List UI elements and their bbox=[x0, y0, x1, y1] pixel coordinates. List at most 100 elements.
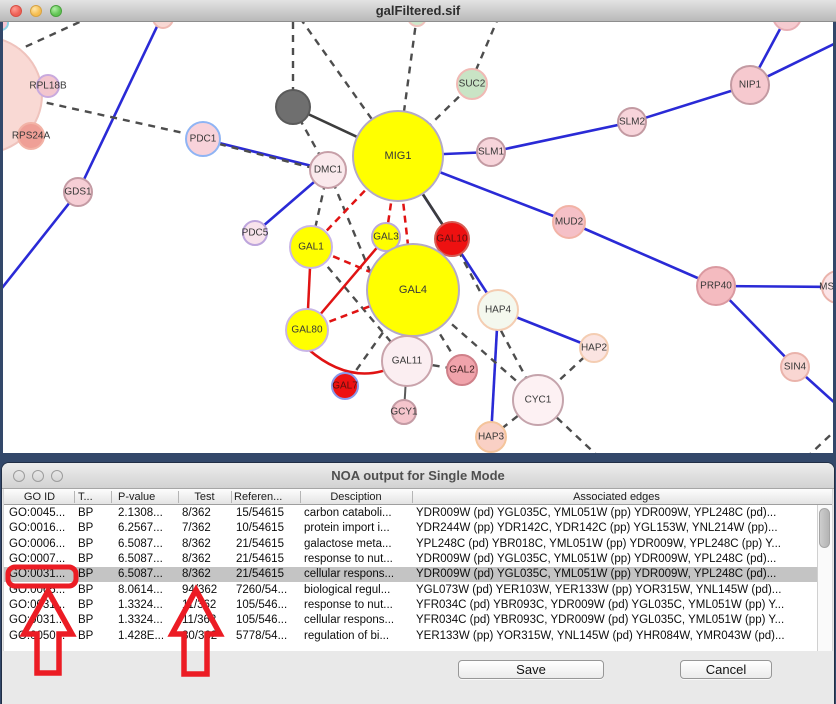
node-label-HAP4: HAP4 bbox=[485, 305, 512, 316]
scrollbar-thumb[interactable] bbox=[819, 508, 830, 548]
node-label-HAP2: HAP2 bbox=[581, 343, 608, 354]
table-row[interactable]: GO:0031...BP1.3324...11/362105/546...res… bbox=[4, 598, 822, 613]
edge-blue[interactable] bbox=[78, 22, 163, 192]
table-cell: GO:0031... bbox=[9, 567, 72, 582]
node-label-NIP1: NIP1 bbox=[739, 80, 762, 91]
table-cell: BP bbox=[78, 506, 110, 521]
node-label-GAL80: GAL80 bbox=[291, 325, 323, 336]
table-cell: GO:0045... bbox=[9, 506, 72, 521]
table-cell: 80/362 bbox=[182, 629, 232, 644]
edge-dash[interactable] bbox=[806, 426, 833, 453]
table-cell: 10/54615 bbox=[236, 521, 300, 536]
node-label-SLM2: SLM2 bbox=[619, 117, 646, 128]
table-cell: galactose meta... bbox=[304, 537, 412, 552]
table-cell: response to nut... bbox=[304, 598, 412, 613]
network-window-titlebar: galFiltered.sif bbox=[0, 0, 836, 22]
node-label-GDS1: GDS1 bbox=[64, 187, 92, 198]
edge-dash[interactable] bbox=[34, 100, 188, 134]
edge-dash[interactable] bbox=[219, 144, 313, 168]
node-label-RPL18B: RPL18B bbox=[29, 81, 67, 92]
table-header: GO IDT... P-valueTestReferen...Desciption… bbox=[4, 489, 832, 505]
column-header-test[interactable]: Test bbox=[178, 489, 231, 505]
table-cell: response to nut... bbox=[304, 552, 412, 567]
table-cell: BP bbox=[78, 567, 110, 582]
edge-dash[interactable] bbox=[476, 22, 499, 70]
edge-blue[interactable] bbox=[3, 192, 78, 288]
node-label-MUD2: MUD2 bbox=[555, 217, 584, 228]
table-cell: YGL073W (pd) YER103W, YER133W (pp) YOR31… bbox=[416, 583, 816, 598]
table-cell: 1.428E... bbox=[118, 629, 178, 644]
network-canvas[interactable]: RPL18BRPS24AGDS1PDC1DMC1MIG1SUC2SLM1SLM2… bbox=[3, 22, 833, 453]
column-header-associated-edges[interactable]: Associated edges bbox=[412, 489, 821, 505]
cancel-button[interactable]: Cancel bbox=[680, 660, 772, 679]
column-separator[interactable] bbox=[111, 491, 112, 503]
save-button[interactable]: Save bbox=[458, 660, 604, 679]
node-label-DMC1: DMC1 bbox=[314, 165, 343, 176]
node-dark-node[interactable] bbox=[276, 90, 310, 124]
table-cell: 6.2567... bbox=[118, 521, 178, 536]
node-label-MSI: MSI bbox=[819, 282, 833, 293]
table-cell: 7260/54... bbox=[236, 583, 300, 598]
node-label-SLM1: SLM1 bbox=[478, 147, 505, 158]
node-label-MIG1: MIG1 bbox=[385, 150, 412, 162]
table-cell: YFR034C (pd) YBR093C, YDR009W (pd) YGL03… bbox=[416, 598, 816, 613]
node-corner[interactable] bbox=[3, 22, 8, 30]
table-cell: 1.3324... bbox=[118, 613, 178, 628]
column-header-desciption[interactable]: Desciption bbox=[300, 489, 412, 505]
node-label-GAL7: GAL7 bbox=[332, 381, 358, 392]
column-separator[interactable] bbox=[74, 491, 75, 503]
column-separator[interactable] bbox=[300, 491, 301, 503]
table-cell: 8.0614... bbox=[118, 583, 178, 598]
table-cell: YDR009W (pd) YGL035C, YML051W (pp) YDR00… bbox=[416, 567, 816, 582]
column-header-go-id[interactable]: GO ID bbox=[5, 489, 74, 505]
table-cell: 2.1308... bbox=[118, 506, 178, 521]
table-row[interactable]: GO:0007...BP6.5087...8/36221/54615respon… bbox=[4, 552, 822, 567]
node-top-green[interactable] bbox=[408, 22, 426, 26]
column-separator[interactable] bbox=[412, 491, 413, 503]
noa-window-title: NOA output for Single Mode bbox=[2, 463, 834, 489]
node-label-GAL4: GAL4 bbox=[399, 284, 427, 296]
table-cell: BP bbox=[78, 521, 110, 536]
table-row[interactable]: GO:0065...BP8.0614...94/3627260/54...bio… bbox=[4, 583, 822, 598]
edge-red[interactable] bbox=[308, 349, 389, 374]
table-cell: YDR009W (pd) YGL035C, YML051W (pp) YDR00… bbox=[416, 506, 816, 521]
table-row[interactable]: GO:0006...BP6.5087...8/36221/54615galact… bbox=[4, 537, 822, 552]
table-cell: 7/362 bbox=[182, 521, 232, 536]
edge-blue[interactable] bbox=[569, 222, 716, 286]
column-header-t-[interactable]: T... bbox=[78, 489, 108, 505]
table-cell: YFR034C (pd) YBR093C, YDR009W (pd) YGL03… bbox=[416, 613, 816, 628]
table-cell: BP bbox=[78, 598, 110, 613]
table-cell: YPL248C (pd) YBR018C, YML051W (pp) YDR00… bbox=[416, 537, 816, 552]
table-cell: 11/362 bbox=[182, 613, 232, 628]
table-cell: GO:0016... bbox=[9, 521, 72, 536]
node-label-GAL1: GAL1 bbox=[298, 242, 324, 253]
noa-results-table: GO IDT... P-valueTestReferen...Desciption… bbox=[3, 489, 833, 651]
table-cell: cellular respons... bbox=[304, 613, 412, 628]
table-cell: biological regul... bbox=[304, 583, 412, 598]
column-separator[interactable] bbox=[178, 491, 179, 503]
table-cell: GO:0031... bbox=[9, 613, 72, 628]
table-row[interactable]: GO:0045...BP2.1308...8/36215/54615carbon… bbox=[4, 506, 822, 521]
table-row[interactable]: GO:0050...BP1.428E...80/3625778/54...reg… bbox=[4, 629, 822, 644]
edge-blue[interactable] bbox=[491, 122, 632, 152]
vertical-scrollbar[interactable] bbox=[817, 505, 832, 651]
table-cell: YER133W (pp) YOR315W, YNL145W (pd) YHR08… bbox=[416, 629, 816, 644]
column-separator[interactable] bbox=[231, 491, 232, 503]
table-cell: 105/546... bbox=[236, 598, 300, 613]
table-row[interactable]: GO:0016... BP 6.2567... 7/362 10/54615 protei… bbox=[4, 521, 822, 536]
edge-dash[interactable] bbox=[14, 22, 84, 52]
table-cell: BP bbox=[78, 629, 110, 644]
table-cell: 8/362 bbox=[182, 537, 232, 552]
table-cell: YDR009W (pd) YGL035C, YML051W (pp) YDR00… bbox=[416, 552, 816, 567]
node-top-right-pink[interactable] bbox=[773, 22, 801, 30]
column-header-p-value[interactable]: P-value bbox=[118, 489, 175, 505]
table-cell: BP bbox=[78, 613, 110, 628]
table-row[interactable]: GO:0031...BP6.5087...8/36221/54615cellul… bbox=[4, 567, 822, 582]
table-cell: carbon cataboli... bbox=[304, 506, 412, 521]
table-cell: protein import i... bbox=[304, 521, 412, 536]
node-label-GAL10: GAL10 bbox=[436, 234, 468, 245]
table-cell: YDR244W (pp) YDR142C, YDR142C (pp) YGL15… bbox=[416, 521, 816, 536]
table-row[interactable]: GO:0031...BP1.3324...11/362105/546...cel… bbox=[4, 613, 822, 628]
node-label-PRP40: PRP40 bbox=[700, 281, 732, 292]
column-header-referen-[interactable]: Referen... bbox=[234, 489, 298, 505]
